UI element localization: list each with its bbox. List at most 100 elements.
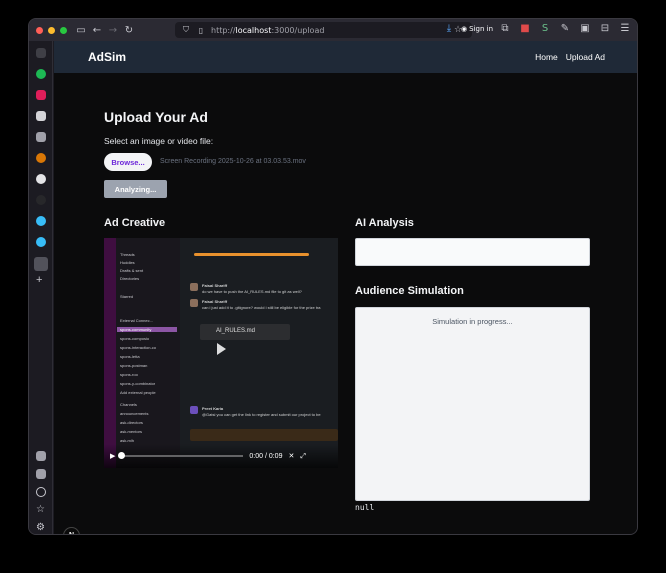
play-overlay-icon[interactable] [217,343,226,355]
brand-logo[interactable]: AdSim [88,50,126,64]
app-orange-icon[interactable] [36,153,46,163]
nav-link-home[interactable]: Home [535,52,558,62]
page-title: Upload Your Ad [104,109,208,125]
video-frame-text: spons-interaction-co [120,345,157,350]
app-active-icon[interactable] [34,257,48,271]
video-frame-text: Drafts & sent [120,268,144,273]
url-text[interactable]: http://localhost:3000/upload [211,26,324,35]
sidebar-toggle-icon[interactable]: ▭ [73,25,89,36]
video-frame-file-card: AI_RULES.md [200,324,290,340]
app-blue-icon[interactable] [36,216,46,226]
mail-icon[interactable] [36,111,46,121]
minimize-window-button[interactable] [48,26,55,34]
video-frame-text: Threads [120,252,135,257]
top-nav: AdSim Home Upload Ad [54,41,637,73]
address-bar[interactable]: ⛉ ▯ http://localhost:3000/upload ☆ [175,22,472,38]
download-icon[interactable]: ⤓ [441,23,457,34]
audience-simulation-heading: Audience Simulation [355,285,464,297]
video-frame-text: spons-composio [120,336,150,341]
browser-sidebar: + ☆ ⚙ [29,41,53,534]
video-frame-text: Faisal Shariff [202,283,228,288]
video-frame-text: External Connec... [120,318,153,323]
app-blue-2-icon[interactable] [36,237,46,247]
ai-sparkle-icon[interactable] [36,451,46,461]
video-frame-text: spons-postman [120,363,148,368]
settings-gear-icon[interactable]: ⚙ [36,523,46,533]
container-icon[interactable]: ▣ [577,23,593,34]
video-frame-text: Starred [120,294,134,299]
toolbar-right: ⤓ ◉ Sign in ⧉ ■ S ✎ ▣ ⊟ ☰ [441,23,633,34]
video-frame-text: Add external people [120,390,156,395]
simulation-output: Simulation in progress... [355,307,590,501]
bookmarks-star-icon[interactable]: ☆ [36,505,46,515]
play-icon[interactable]: ▶ [110,452,115,460]
app-dark-icon[interactable] [36,195,46,205]
seek-handle[interactable] [118,452,126,459]
nav-link-upload-ad[interactable]: Upload Ad [566,52,605,62]
video-seek-bar[interactable] [118,452,244,459]
ad-creative-heading: Ad Creative [104,217,166,229]
video-frame-strip [104,238,116,468]
video-frame-text: Huddles [120,260,135,265]
browse-button[interactable]: Browse... [104,153,152,171]
back-arrow-icon[interactable]: ← [89,25,105,36]
mute-icon[interactable]: ✕ [288,452,294,460]
save-icon[interactable] [36,469,46,479]
s-extension-icon[interactable]: S [537,23,553,34]
menu-icon[interactable]: ☰ [617,23,633,34]
selected-file-name: Screen Recording 2025-10-26 at 03.03.53.… [160,158,306,165]
video-frame-text: ask-directors [120,420,143,425]
video-frame-banner [190,429,338,441]
video-frame-text: announcements [120,411,149,416]
video-frame-text: spons-letta [120,354,140,359]
simulation-result: null [355,503,375,512]
video-player[interactable]: Threads Huddles Drafts & sent Directorie… [104,238,338,468]
video-controls: ▶ 0:00 / 0:09 ✕ ⤢ [104,444,338,468]
extension-icon[interactable]: ⧉ [497,23,513,34]
video-frame-text: ask-mlh [120,438,135,443]
clipboard-icon[interactable] [36,132,46,142]
maximize-window-button[interactable] [60,26,67,34]
shield-icon[interactable]: ⛉ [181,25,191,35]
puzzle-icon[interactable]: ✎ [557,23,573,34]
video-frame-text: AI_RULES.md [216,328,256,334]
history-icon[interactable] [36,487,46,497]
video-frame-text: Channels [120,402,137,407]
video-frame-avatar [190,299,198,307]
reload-icon[interactable]: ↻ [121,25,137,36]
simulation-status: Simulation in progress... [432,317,513,326]
video-frame-text: spons-roo [120,372,138,377]
ai-analysis-output [355,238,590,266]
ai-analysis-heading: AI Analysis [355,217,414,229]
video-frame-avatar [190,406,198,414]
app-icon[interactable] [36,48,46,58]
video-time: 0:00 / 0:09 [249,452,283,460]
video-frame-text: @Gatsi you can get the link to register … [202,412,321,417]
video-frame-text: Directories [120,276,140,281]
analyze-button[interactable]: Analyzing... [104,180,167,198]
account-icon: ◉ [461,24,468,33]
window-controls [36,26,67,34]
spotify-icon[interactable] [36,69,46,79]
close-window-button[interactable] [36,26,43,34]
video-frame-text: Faisal Shariff [202,299,228,304]
video-frame-text: ask-mentors [120,429,143,434]
sign-in-button[interactable]: ◉ Sign in [461,25,493,33]
video-frame-text: Preet Karia [202,406,224,411]
fullscreen-icon[interactable]: ⤢ [300,452,306,461]
nav-links: Home Upload Ad [535,52,605,62]
slack-icon[interactable] [36,90,46,100]
red-extension-icon[interactable]: ■ [517,23,533,34]
forward-arrow-icon[interactable]: → [105,25,121,36]
tabs-icon[interactable]: ⊟ [597,23,613,34]
page-content: AdSim Home Upload Ad Upload Your Ad Sele… [54,41,637,534]
video-frame-text: spons-y-combinator [120,381,156,386]
video-frame-bar [194,253,309,256]
file-select-label: Select an image or video file: [104,136,214,146]
add-panel-icon[interactable]: + [36,275,46,286]
github-icon[interactable] [36,174,46,184]
browser-window: ▭ ← → ↻ ⛉ ▯ http://localhost:3000/upload… [28,18,638,535]
video-frame-main: Faisal Shariff do we have to push the AI… [182,238,338,468]
next-dev-badge[interactable]: N [63,527,80,534]
video-frame-text: spons-community [117,327,177,332]
